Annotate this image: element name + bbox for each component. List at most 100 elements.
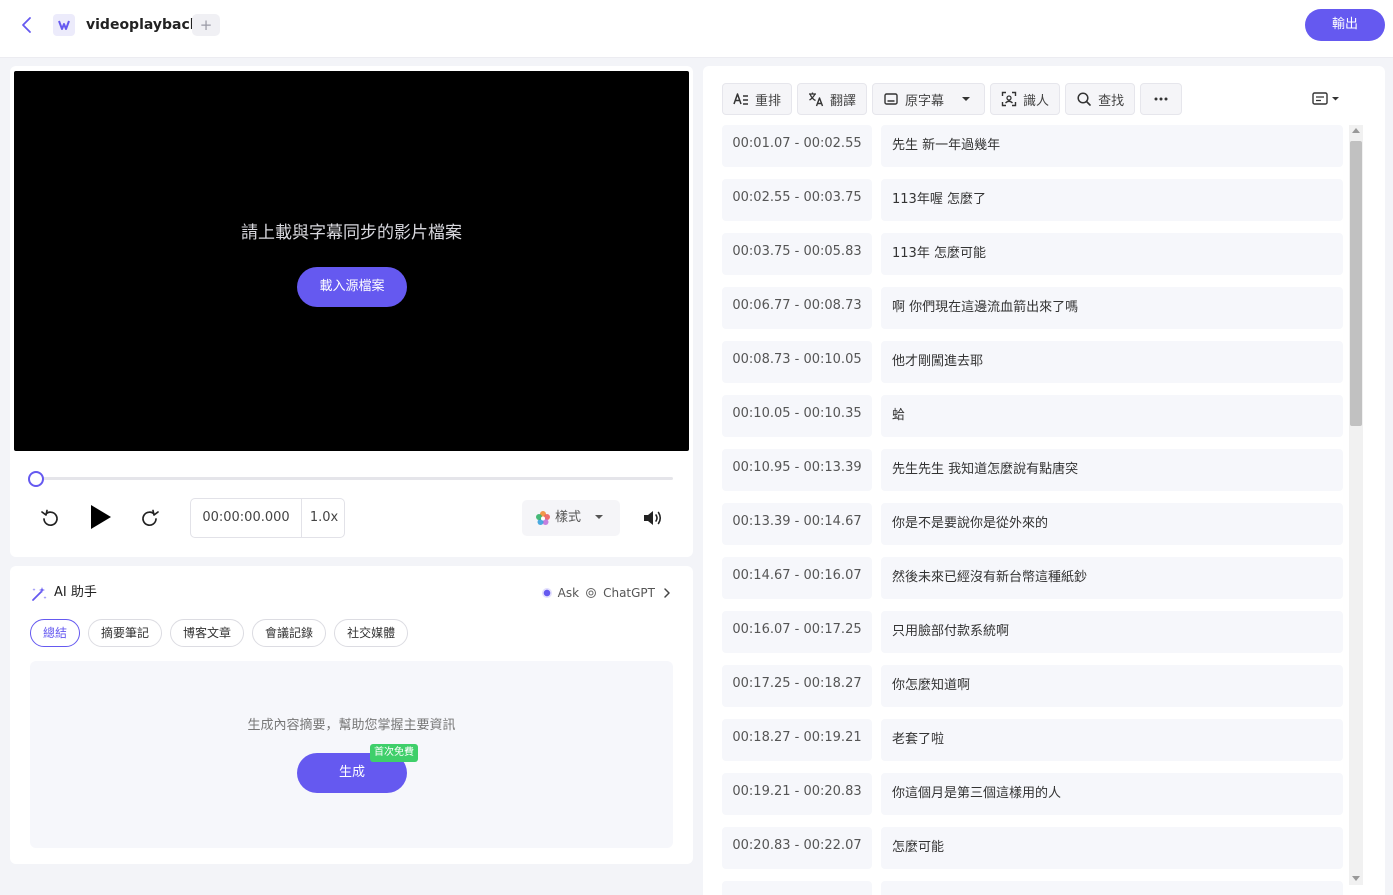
subtitle-select-dropdown[interactable]: 原字幕 — [872, 83, 986, 115]
subtitle-text[interactable]: 他才剛闖進去耶 — [881, 341, 1343, 383]
subtitle-row: 00:20.83 - 00:22.07 怎麼可能 — [722, 827, 1343, 869]
reflow-icon — [733, 93, 748, 105]
subtitle-time[interactable]: 00:17.25 - 00:18.27 — [722, 665, 872, 707]
translate-button[interactable]: 翻譯 — [797, 83, 868, 115]
scroll-up-arrow[interactable] — [1352, 128, 1360, 133]
ai-assistant-panel: AI 助手 Ask ChatGPT 總結 摘要筆記 博客文章 會議記錄 社交媒體… — [10, 566, 693, 864]
subtitle-row: 00:03.75 - 00:05.83 113年 怎麼可能 — [722, 233, 1343, 275]
app-logo-icon — [53, 14, 75, 36]
play-icon[interactable] — [86, 503, 114, 531]
openai-icon — [586, 588, 597, 598]
subtitle-time[interactable]: 00:19.21 - 00:20.83 — [722, 773, 872, 815]
progress-bar[interactable] — [34, 477, 673, 480]
subtitle-text[interactable]: 蛤 — [881, 395, 1343, 437]
style-label: 樣式 — [555, 510, 582, 525]
subtitle-time[interactable]: 00:13.39 - 00:14.67 — [722, 503, 872, 545]
subtitle-time-partial[interactable] — [722, 881, 872, 895]
reflow-label: 重排 — [755, 93, 782, 109]
chatgpt-label: ChatGPT — [603, 586, 655, 600]
subtitle-time[interactable]: 00:06.77 - 00:08.73 — [722, 287, 872, 329]
caret-down-icon — [595, 515, 603, 519]
rewind-icon[interactable] — [39, 507, 61, 529]
subtitle-text[interactable]: 然後未來已經沒有新台幣這種紙鈔 — [881, 557, 1343, 599]
progress-handle[interactable] — [28, 471, 44, 487]
more-icon — [1154, 97, 1168, 101]
playback-speed[interactable]: 1.0x — [303, 499, 345, 537]
more-button[interactable] — [1140, 83, 1183, 115]
search-icon — [1077, 92, 1091, 106]
subtitle-text[interactable]: 你怎麼知道啊 — [881, 665, 1343, 707]
subtitle-icon — [884, 93, 898, 105]
subtitle-text[interactable]: 113年 怎麼可能 — [881, 233, 1343, 275]
subtitle-text[interactable]: 你是不是要說你是從外來的 — [881, 503, 1343, 545]
free-badge: 首次免費 — [370, 744, 418, 762]
subtitle-text[interactable]: 啊 你們現在這邊流血箭出來了嗎 — [881, 287, 1343, 329]
chevron-left-icon[interactable] — [16, 14, 38, 36]
chip-notes[interactable]: 摘要筆記 — [88, 619, 163, 647]
subtitle-text[interactable]: 只用臉部付款系統啊 — [881, 611, 1343, 653]
subtitle-text[interactable]: 113年喔 怎麼了 — [881, 179, 1343, 221]
volume-icon[interactable] — [641, 507, 663, 529]
subtitle-time[interactable]: 00:20.83 - 00:22.07 — [722, 827, 872, 869]
ask-label: Ask — [557, 586, 580, 600]
subtitle-row: 00:10.95 - 00:13.39 先生先生 我知道怎麼說有點唐突 — [722, 449, 1343, 491]
subtitle-text[interactable]: 怎麼可能 — [881, 827, 1343, 869]
scroll-thumb[interactable] — [1350, 141, 1362, 426]
chip-meeting[interactable]: 會議記錄 — [252, 619, 327, 647]
magic-wand-icon — [32, 587, 47, 601]
subtitle-row: 00:18.27 - 00:19.21 老套了啦 — [722, 719, 1343, 761]
flower-icon — [536, 511, 550, 525]
find-button[interactable]: 查找 — [1065, 83, 1136, 115]
subtitle-time[interactable]: 00:10.95 - 00:13.39 — [722, 449, 872, 491]
subtitle-time[interactable]: 00:10.05 - 00:10.35 — [722, 395, 872, 437]
subtitle-text[interactable]: 先生先生 我知道怎麼說有點唐突 — [881, 449, 1343, 491]
style-dropdown[interactable]: 樣式 — [522, 500, 620, 536]
export-button[interactable]: 輸出 — [1305, 9, 1385, 41]
timecode-box: 00:00:00.000 1.0x — [190, 498, 345, 538]
subtitle-time[interactable]: 00:16.07 - 00:17.25 — [722, 611, 872, 653]
subtitle-text[interactable]: 先生 新一年過幾年 — [881, 125, 1343, 167]
ai-hint-text: 生成內容摘要，幫助您掌握主要資訊 — [247, 718, 456, 733]
chip-social[interactable]: 社交媒體 — [334, 619, 409, 647]
subtitle-time[interactable]: 00:02.55 - 00:03.75 — [722, 179, 872, 221]
subtitle-text[interactable]: 你這個月是第三個這樣用的人 — [881, 773, 1343, 815]
subtitle-row — [722, 881, 1343, 895]
subtitle-row: 00:01.07 - 00:02.55 先生 新一年過幾年 — [722, 125, 1343, 167]
subtitle-time[interactable]: 00:14.67 - 00:16.07 — [722, 557, 872, 599]
chip-blog[interactable]: 博客文章 — [170, 619, 245, 647]
top-bar: videoplayback + 輸出 — [0, 0, 1393, 58]
ai-output-area: 生成內容摘要，幫助您掌握主要資訊 生成 首次免費 — [30, 661, 673, 848]
subtitle-time[interactable]: 00:18.27 - 00:19.21 — [722, 719, 872, 761]
chip-summary[interactable]: 總結 — [30, 619, 81, 647]
layout-toggle-icon[interactable] — [1311, 90, 1345, 108]
subtitle-row: 00:16.07 - 00:17.25 只用臉部付款系統啊 — [722, 611, 1343, 653]
load-source-button[interactable]: 載入源檔案 — [297, 267, 407, 307]
reflow-button[interactable]: 重排 — [722, 83, 793, 115]
subtitle-text[interactable]: 老套了啦 — [881, 719, 1343, 761]
subtitle-row: 00:17.25 - 00:18.27 你怎麼知道啊 — [722, 665, 1343, 707]
subtitle-list: 00:01.07 - 00:02.55 先生 新一年過幾年 00:02.55 -… — [722, 125, 1343, 895]
subtitle-text-partial[interactable] — [881, 881, 1343, 895]
chevron-right-icon — [664, 588, 670, 598]
add-tab-button[interactable]: + — [192, 14, 220, 36]
face-scan-icon — [1001, 91, 1017, 107]
speaker-detect-button[interactable]: 識人 — [990, 83, 1061, 115]
video-player-panel: 請上載與字幕同步的影片檔案 載入源檔案 00:00:00.000 1.0x 樣式 — [10, 66, 693, 557]
subtitle-toolbar: 重排 翻譯 原字幕 識人 查找 — [722, 83, 1183, 115]
translate-label: 翻譯 — [830, 93, 857, 109]
subtitle-time[interactable]: 00:03.75 - 00:05.83 — [722, 233, 872, 275]
forward-icon[interactable] — [139, 507, 161, 529]
subtitle-row: 00:02.55 - 00:03.75 113年喔 怎麼了 — [722, 179, 1343, 221]
subtitle-panel: 重排 翻譯 原字幕 識人 查找 00:01.07 - 00:02.55 先生 新… — [703, 66, 1385, 895]
subtitle-row: 00:19.21 - 00:20.83 你這個月是第三個這樣用的人 — [722, 773, 1343, 815]
video-empty-message: 請上載與字幕同步的影片檔案 — [241, 223, 462, 243]
scroll-down-arrow[interactable] — [1352, 876, 1360, 881]
subtitle-row: 00:14.67 - 00:16.07 然後未來已經沒有新台幣這種紙鈔 — [722, 557, 1343, 599]
current-time[interactable]: 00:00:00.000 — [191, 499, 302, 537]
subtitle-time[interactable]: 00:01.07 - 00:02.55 — [722, 125, 872, 167]
status-dot — [541, 588, 552, 598]
ask-chatgpt-link[interactable]: Ask ChatGPT — [541, 583, 673, 603]
subtitle-time[interactable]: 00:08.73 - 00:10.05 — [722, 341, 872, 383]
speaker-label: 識人 — [1023, 93, 1050, 109]
subtitle-scrollbar[interactable] — [1349, 125, 1363, 885]
